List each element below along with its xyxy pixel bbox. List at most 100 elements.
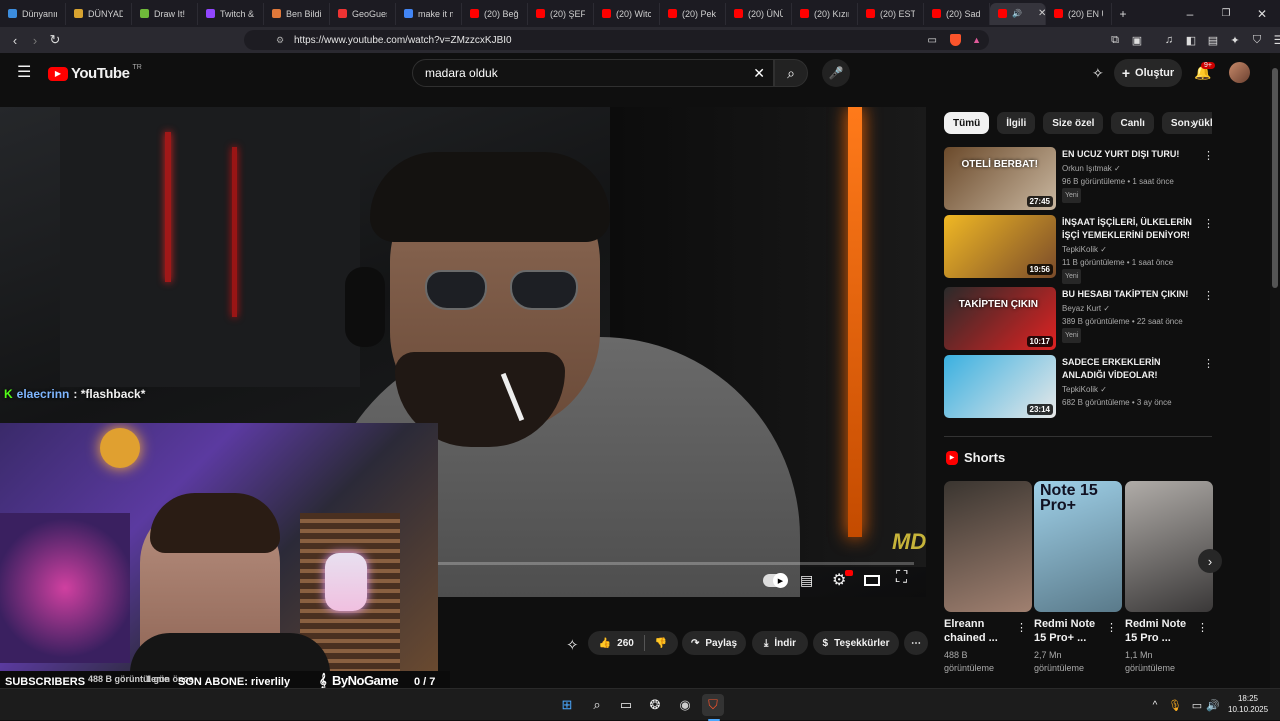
scrollbar-thumb[interactable]: [1272, 68, 1278, 288]
youtube-logo[interactable]: ▶ YouTube TR: [48, 64, 142, 82]
video-title[interactable]: EN UCUZ YURT DIŞI TURU!: [1062, 148, 1192, 161]
browser-tab[interactable]: (20) Beğe: [462, 2, 528, 25]
browser-tab[interactable]: (20) Witc: [594, 2, 660, 25]
close-tab-icon[interactable]: ✕: [1038, 8, 1045, 19]
hamburger-menu-icon[interactable]: ☰: [17, 65, 31, 81]
brave-shield-icon[interactable]: [950, 34, 961, 46]
channel-name[interactable]: Beyaz Kurt ✓: [1062, 302, 1110, 315]
progress-bar[interactable]: [438, 562, 914, 565]
video-title[interactable]: SADECE ERKEKLERİN ANLADIĞI VİDEOLAR!: [1062, 356, 1192, 382]
search-input[interactable]: madara olduk ✕: [412, 59, 774, 87]
minimize-icon[interactable]: –: [1172, 3, 1208, 25]
search-icon[interactable]: ⌕: [586, 694, 608, 716]
recommended-video[interactable]: OTELİ BERBAT! 27:45 EN UCUZ YURT DIŞI TU…: [944, 147, 1214, 213]
more-options-icon[interactable]: ⋮: [1203, 289, 1214, 302]
share-button[interactable]: ↷ Paylaş: [682, 631, 746, 655]
download-button[interactable]: ⤓ İndir: [752, 631, 808, 655]
back-icon[interactable]: ‹: [4, 29, 26, 51]
recommended-video[interactable]: 23:14 SADECE ERKEKLERİN ANLADIĞI VİDEOLA…: [944, 355, 1214, 421]
more-options-icon[interactable]: ⋮: [1203, 357, 1214, 370]
reload-icon[interactable]: ↻: [44, 29, 66, 51]
browser-tab[interactable]: (20) Pek: [660, 2, 726, 25]
video-title[interactable]: İNŞAAT İŞÇİLERİ, ÜLKELERİN İŞÇİ YEMEKLER…: [1062, 216, 1192, 242]
short-thumbnail[interactable]: [1125, 481, 1213, 612]
short-title[interactable]: Redmi Note 15 Pro+ ...: [1034, 617, 1110, 645]
video-title[interactable]: BU HESABI TAKİPTEN ÇIKIN!: [1062, 288, 1192, 301]
create-button[interactable]: + Oluştur: [1114, 59, 1182, 87]
short-thumbnail[interactable]: [944, 481, 1032, 612]
new-tab-button[interactable]: +: [1112, 3, 1134, 25]
menu-icon[interactable]: ☰: [1268, 29, 1280, 51]
shorts-next-button[interactable]: ›: [1198, 549, 1222, 573]
theater-mode-icon[interactable]: [864, 575, 880, 586]
browser-tab[interactable]: Draw It!: [132, 2, 198, 25]
browser-tab[interactable]: Twitch &: [198, 2, 264, 25]
more-actions-button[interactable]: ⋯: [904, 631, 928, 655]
browser-tab[interactable]: DÜNYADA: [66, 2, 132, 25]
dislike-icon[interactable]: 👎: [655, 638, 667, 649]
fullscreen-icon[interactable]: ⛶: [896, 569, 907, 587]
screenshot-icon[interactable]: ▣: [1126, 29, 1148, 51]
gem-icon[interactable]: ✧: [1092, 65, 1104, 82]
recommended-video[interactable]: TAKİPTEN ÇIKIN 10:17 BU HESABI TAKİPTEN …: [944, 287, 1214, 353]
channel-name[interactable]: TepkiKolik ✓: [1062, 383, 1107, 396]
autoplay-toggle[interactable]: ▶: [763, 573, 788, 588]
short-more-icon[interactable]: ⋮: [1106, 621, 1117, 634]
page-scrollbar[interactable]: [1270, 53, 1280, 688]
task-view-icon[interactable]: ▭: [615, 694, 637, 716]
like-icon[interactable]: 👍: [599, 638, 611, 649]
channel-name[interactable]: TepkiKolik ✓: [1062, 243, 1107, 256]
chip-for-you[interactable]: Size özel: [1043, 112, 1104, 134]
thanks-button[interactable]: $ Teşekkürler: [813, 631, 899, 655]
video-thumbnail[interactable]: TAKİPTEN ÇIKIN 10:17: [944, 287, 1056, 350]
site-info-icon[interactable]: ⚙: [276, 35, 284, 46]
video-thumbnail[interactable]: 23:14: [944, 355, 1056, 418]
record-app-icon[interactable]: ◉: [674, 694, 696, 716]
chatgpt-icon[interactable]: ❂: [644, 694, 666, 716]
chip-all[interactable]: Tümü: [944, 112, 990, 134]
start-icon[interactable]: ⊞: [556, 694, 578, 716]
wallet-icon[interactable]: ▤: [1202, 29, 1224, 51]
clock[interactable]: 18:25 10.10.2025: [1228, 693, 1268, 715]
short-thumbnail[interactable]: Note 15 Pro+: [1034, 481, 1122, 612]
sidebar-icon[interactable]: ◧: [1180, 29, 1202, 51]
browser-tab[interactable]: GeoGuess: [330, 2, 396, 25]
media-icon[interactable]: ♫: [1158, 29, 1180, 51]
browser-tab[interactable]: Dünyanın: [0, 2, 66, 25]
chip-live[interactable]: Canlı: [1111, 112, 1154, 134]
short-more-icon[interactable]: ⋮: [1197, 621, 1208, 634]
address-bar[interactable]: ⚙ https://www.youtube.com/watch?v=ZMzzcx…: [244, 30, 989, 50]
avatar[interactable]: [1229, 62, 1250, 83]
leo-ai-icon[interactable]: ✦: [1224, 29, 1246, 51]
browser-tab[interactable]: (20) ŞEF,: [528, 2, 594, 25]
vpn-icon[interactable]: ⛉: [1246, 29, 1268, 51]
tab-last[interactable]: (20) EN U: [1046, 2, 1112, 25]
forward-icon[interactable]: ›: [24, 29, 46, 51]
chips-next-icon[interactable]: ›: [1190, 115, 1195, 131]
short-title[interactable]: Redmi Note 15 Pro ...: [1125, 617, 1201, 645]
browser-tab[interactable]: make it m: [396, 2, 462, 25]
more-options-icon[interactable]: ⋮: [1203, 149, 1214, 162]
like-count[interactable]: 260: [617, 638, 634, 649]
microphone-tray-icon[interactable]: 🎙: [1164, 694, 1186, 716]
video-thumbnail[interactable]: 19:56: [944, 215, 1056, 278]
gem-reaction-icon[interactable]: ✧: [566, 636, 579, 654]
subtitles-icon[interactable]: ▤: [800, 572, 813, 589]
cast-icon[interactable]: ▭: [928, 35, 937, 46]
clear-search-icon[interactable]: ✕: [753, 65, 765, 82]
browser-tab[interactable]: (20) Kızın: [792, 2, 858, 25]
rewards-icon[interactable]: ▲: [972, 35, 981, 45]
maximize-icon[interactable]: ❐: [1208, 3, 1244, 25]
browser-tab[interactable]: (20) Sadı: [924, 2, 990, 25]
recommended-video[interactable]: 19:56 İNŞAAT İŞÇİLERİ, ÜLKELERİN İŞÇİ YE…: [944, 215, 1214, 284]
close-window-icon[interactable]: ✕: [1244, 3, 1280, 25]
short-title[interactable]: Elreann chained ...: [944, 617, 1020, 645]
chip-recent[interactable]: Son yükle: [1161, 112, 1212, 134]
brave-browser-icon[interactable]: ⛉: [702, 694, 724, 716]
volume-icon[interactable]: 🔊: [1202, 694, 1224, 716]
chip-related[interactable]: İlgili: [997, 112, 1036, 134]
browser-tab[interactable]: (20) ÜNÜ: [726, 2, 792, 25]
extensions-icon[interactable]: ⧉: [1104, 29, 1126, 51]
tray-overflow-icon[interactable]: ^: [1144, 694, 1166, 716]
more-options-icon[interactable]: ⋮: [1203, 217, 1214, 230]
